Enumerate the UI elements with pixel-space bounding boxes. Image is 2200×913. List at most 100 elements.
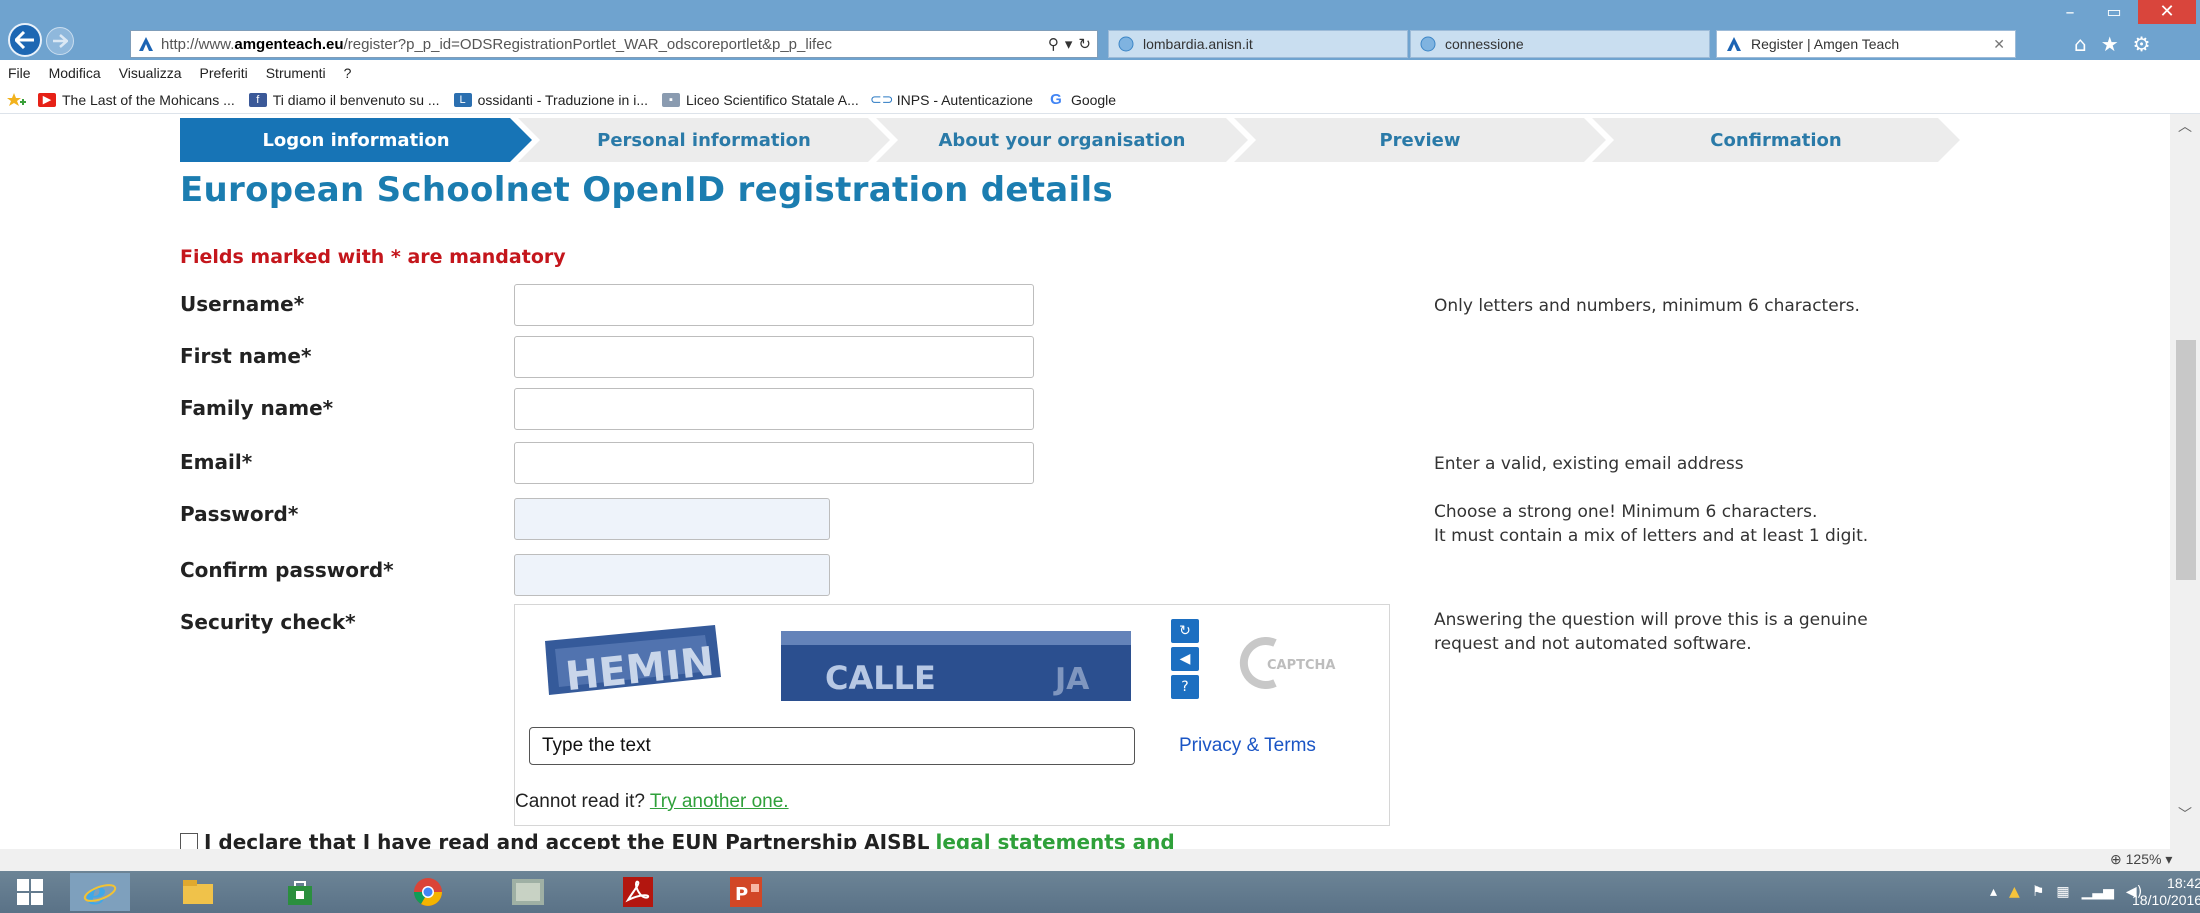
family-name-input[interactable] [514, 388, 1034, 430]
address-bar[interactable]: http://www.amgenteach.eu/register?p_p_id… [130, 30, 1098, 58]
username-input[interactable] [514, 284, 1034, 326]
arrow-left-icon [15, 31, 34, 49]
zoom-control[interactable]: ⊕ 125% ▾ [2110, 851, 2172, 868]
dropdown-icon[interactable]: ▾ [1065, 35, 1073, 53]
tray-signal-icon[interactable]: ▁▃▅ [2082, 884, 2114, 900]
back-button[interactable] [8, 23, 42, 57]
security-check-label: Security check* [180, 610, 356, 634]
declaration-text: I declare that I have read and accept th… [204, 830, 930, 849]
favorites-add-icon[interactable] [6, 92, 28, 108]
zoom-icon: ⊕ [2110, 851, 2122, 867]
favorite-label: ossidanti - Traduzione in i... [477, 91, 648, 108]
taskbar-powerpoint[interactable]: P [716, 873, 776, 911]
step-label: Logon information [262, 129, 450, 151]
page-scrollbar[interactable]: ︿ ﹀ [2170, 114, 2200, 849]
cannot-read-row: Cannot read it? Try another one. [515, 791, 789, 813]
powerpoint-icon: P [730, 877, 762, 907]
facebook-icon: f [248, 92, 267, 107]
menu-preferiti[interactable]: Preferiti [199, 65, 247, 81]
favorites-star-icon[interactable]: ★ [2101, 32, 2119, 56]
chevron-down-icon[interactable]: ﹀ [2170, 804, 2200, 828]
favorite-link-mohicans[interactable]: ▶ The Last of the Mohicans ... [38, 92, 235, 108]
declaration-row: I declare that I have read and accept th… [180, 830, 1175, 849]
tray-flag-icon[interactable]: ⚑ [2032, 884, 2045, 900]
captcha-audio-icon[interactable]: ◀ [1171, 647, 1199, 671]
maximize-button[interactable]: ▭ [2094, 2, 2134, 26]
menu-strumenti[interactable]: Strumenti [266, 65, 326, 81]
captcha-help-icon[interactable]: ? [1171, 675, 1199, 699]
tab-register-amgen-teach[interactable]: Register | Amgen Teach ✕ [1716, 30, 2016, 58]
taskbar-store[interactable] [270, 873, 330, 911]
password-input[interactable] [514, 498, 830, 540]
declaration-checkbox[interactable] [180, 833, 198, 849]
inps-icon: ⊂⊃ [870, 91, 894, 107]
close-window-button[interactable]: ✕ [2138, 0, 2196, 24]
step-logon-information[interactable]: Logon information [180, 118, 532, 162]
tray-drive-icon[interactable]: ▲ [2009, 884, 2020, 900]
start-button[interactable] [0, 873, 60, 911]
confirm-password-label: Confirm password* [180, 558, 394, 582]
scrollbar-thumb[interactable] [2176, 340, 2196, 580]
tab-connessione[interactable]: connessione [1410, 30, 1710, 58]
taskbar-acrobat[interactable] [608, 873, 668, 911]
zoom-dropdown-icon: ▾ [2165, 851, 2173, 867]
security-hint-line1: Answering the question will prove this i… [1434, 610, 1868, 630]
minimize-button[interactable]: – [2050, 2, 2090, 26]
privacy-terms-link[interactable]: Privacy & Terms [1179, 735, 1316, 757]
favorite-label: Liceo Scientifico Statale A... [685, 91, 859, 108]
tray-network-icon[interactable]: ▦ [2056, 884, 2069, 900]
acrobat-icon [623, 877, 653, 907]
captcha-word-3: JA [1053, 662, 1090, 697]
favorite-link-liceo[interactable]: ▪ Liceo Scientifico Statale A... [661, 91, 859, 108]
ie-page-icon [1118, 36, 1134, 52]
first-name-label: First name* [180, 344, 312, 368]
system-tray: ▴ ▲ ⚑ ▦ ▁▃▅ ◀) [1990, 871, 2142, 913]
store-bag-icon [288, 881, 312, 905]
email-input[interactable] [514, 442, 1034, 484]
taskbar-file-explorer[interactable] [168, 873, 228, 911]
first-name-input[interactable] [514, 336, 1034, 378]
taskbar-chrome[interactable] [398, 873, 458, 911]
tab-lombardia[interactable]: lombardia.anisn.it [1108, 30, 1408, 58]
security-hint-line2: request and not automated software. [1434, 634, 1752, 654]
password-hint-line2: It must contain a mix of letters and at … [1434, 526, 1869, 546]
favorite-link-facebook[interactable]: f Ti diamo il benvenuto su ... [248, 92, 440, 108]
taskbar-photo-app[interactable] [498, 873, 558, 911]
step-label: Personal information [597, 129, 811, 151]
tab-label: Register | Amgen Teach [1751, 36, 1900, 52]
page-content: Logon information Personal information A… [0, 114, 2170, 849]
favorite-link-ossidanti[interactable]: L ossidanti - Traduzione in i... [453, 91, 648, 108]
menu-visualizza[interactable]: Visualizza [119, 65, 182, 81]
step-about-organisation[interactable]: About your organisation [876, 118, 1248, 162]
captcha-widget: HEMIN CALLE JA ↻ ◀ ? CAPTCHA Privacy & T… [514, 604, 1390, 826]
browser-statusbar: ⊕ 125% ▾ [0, 849, 2200, 871]
legal-statements-link[interactable]: legal statements and [935, 830, 1174, 849]
confirm-password-input[interactable] [514, 554, 830, 596]
captcha-answer-input[interactable] [529, 727, 1135, 765]
step-preview[interactable]: Preview [1234, 118, 1606, 162]
favorite-label: INPS - Autenticazione [896, 91, 1033, 108]
username-hint: Only letters and numbers, minimum 6 char… [1434, 296, 1860, 316]
search-icon[interactable]: ⚲ [1048, 35, 1059, 53]
taskbar-clock[interactable]: 18:42 18/10/2016 [2132, 875, 2200, 909]
chevron-up-icon[interactable]: ︿ [2170, 116, 2200, 140]
home-icon[interactable]: ⌂ [2074, 32, 2087, 56]
close-tab-icon[interactable]: ✕ [1993, 36, 2005, 53]
favorite-link-google[interactable]: G Google [1047, 91, 1116, 108]
try-another-link[interactable]: Try another one. [650, 791, 789, 812]
menu-file[interactable]: File [8, 65, 31, 81]
amgen-site-icon [139, 37, 153, 51]
forward-button[interactable] [46, 27, 74, 55]
menu-modifica[interactable]: Modifica [49, 65, 101, 81]
step-label: Preview [1379, 129, 1461, 151]
menu-help[interactable]: ? [344, 65, 352, 81]
step-confirmation[interactable]: Confirmation [1592, 118, 1960, 162]
taskbar-internet-explorer[interactable]: e [70, 873, 130, 911]
step-personal-information[interactable]: Personal information [518, 118, 890, 162]
settings-gear-icon[interactable]: ⚙ [2133, 32, 2151, 56]
svg-text:P: P [735, 884, 748, 905]
captcha-refresh-icon[interactable]: ↻ [1171, 619, 1199, 643]
favorite-link-inps[interactable]: ⊂⊃ INPS - Autenticazione [870, 91, 1033, 108]
refresh-icon[interactable]: ↻ [1078, 35, 1091, 53]
tray-up-arrow-icon[interactable]: ▴ [1990, 884, 1997, 900]
